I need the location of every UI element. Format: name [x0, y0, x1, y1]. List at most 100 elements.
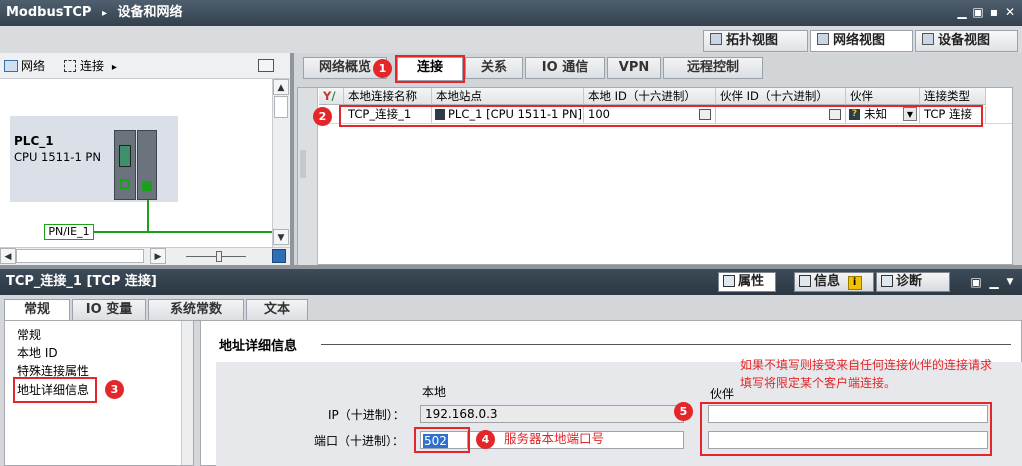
horizontal-scrollbar[interactable]: ◀ ▶ — [0, 247, 290, 265]
subnet-line — [94, 231, 272, 233]
callout-badge-2: 2 — [313, 107, 332, 126]
info-label: 信息 — [814, 274, 841, 289]
highlight-local-port — [414, 427, 470, 453]
topology-view-button[interactable]: 拓扑视图 — [703, 30, 808, 52]
tab-texts[interactable]: 文本 — [246, 299, 308, 321]
network-canvas[interactable]: PLC_1 CPU 1511-1 PN PN/IE_1 — [0, 79, 272, 247]
close-icon[interactable]: ✕ — [1002, 4, 1018, 20]
cpu-port-icon — [120, 179, 130, 189]
info-icon — [799, 275, 811, 287]
network-mode-icon — [4, 60, 18, 72]
col-header-type[interactable]: 连接类型 — [920, 88, 986, 105]
inspector-collapse-icon[interactable]: ▼ — [1002, 274, 1018, 290]
tab-system-constants[interactable]: 系统常数 — [148, 299, 244, 321]
vertical-scrollbar[interactable]: ▲ ▼ — [272, 79, 290, 247]
hscroll-thumb[interactable] — [16, 249, 144, 263]
nav-item-local-id[interactable]: 本地 ID — [17, 345, 58, 361]
interface-module — [137, 130, 157, 200]
tab-vpn[interactable]: VPN — [607, 57, 661, 79]
tab-general[interactable]: 常规 — [4, 299, 70, 322]
callout-badge-5: 5 — [674, 402, 693, 421]
info-button[interactable]: 信息 i — [794, 272, 874, 292]
plc-device[interactable]: PLC_1 CPU 1511-1 PN — [10, 116, 178, 202]
tab-io-tags[interactable]: IO 变量 — [72, 299, 146, 321]
topology-icon — [710, 33, 722, 45]
col-header-partner[interactable]: 伙伴 — [846, 88, 920, 105]
tab-io-communication[interactable]: IO 通信 — [525, 57, 605, 79]
device-view-label: 设备视图 — [938, 33, 991, 48]
cpu-module — [114, 130, 136, 200]
partner-note-line-2: 填写将限定某个客户端连接。 — [740, 376, 897, 390]
scroll-left-icon[interactable]: ◀ — [0, 248, 16, 264]
network-mode-button[interactable]: 网络 — [4, 58, 45, 74]
col-header-local-id[interactable]: 本地 ID（十六进制） — [584, 88, 716, 105]
connect-mode-button[interactable]: 连接 ▸ — [64, 58, 117, 76]
scroll-up-icon[interactable]: ▲ — [273, 79, 289, 95]
subnet-label[interactable]: PN/IE_1 — [44, 224, 94, 240]
collapse-handle-icon[interactable] — [300, 150, 306, 178]
zoom-slider-thumb[interactable] — [216, 251, 222, 262]
scroll-thumb[interactable] — [274, 96, 288, 118]
properties-button[interactable]: 属性 — [718, 272, 776, 292]
address-panel: 本地 伙伴 IP（十进制）： 192.168.0.3 端口（十进制）： 502 … — [216, 358, 1022, 466]
section-heading: 地址详细信息 — [219, 339, 298, 354]
minimize-icon[interactable]: ▁ — [954, 4, 970, 20]
nav-scrollbar[interactable] — [181, 321, 193, 465]
inspector-restore-icon[interactable]: ▣ — [968, 274, 984, 290]
partner-note-line-1: 如果不填写则接受来自任何连接伙伴的连接请求 — [740, 358, 993, 372]
tab-remote-control[interactable]: 远程控制 — [663, 57, 763, 79]
plc-name: PLC_1 — [14, 134, 54, 148]
overview-icon[interactable] — [258, 59, 274, 72]
inspector-title: TCP_连接_1 [TCP 连接] — [6, 274, 157, 289]
project-name: ModbusTCP — [6, 5, 92, 20]
connect-dropdown-icon[interactable]: ▸ — [112, 62, 117, 73]
properties-icon — [723, 275, 735, 287]
device-icon — [922, 33, 934, 45]
nav-item-general[interactable]: 常规 — [17, 327, 41, 343]
inspector-title-bar: TCP_连接_1 [TCP 连接] 属性 信息 i 诊断 ▣ ▁ ▼ — [0, 269, 1022, 295]
col-header-partner-id[interactable]: 伙伴 ID（十六进制） — [716, 88, 846, 105]
filter-icon[interactable]: Y/ — [319, 88, 344, 105]
highlight-address-nav — [13, 377, 97, 403]
partner-column-label: 伙伴 — [710, 387, 735, 401]
maximize-icon[interactable]: ▪ — [986, 4, 1002, 20]
info-badge-icon: i — [847, 276, 862, 290]
section-name: 设备和网络 — [117, 5, 183, 20]
window-title-bar: ModbusTCP ▸ 设备和网络 ▁ ▣ ▪ ✕ — [0, 0, 1022, 26]
restore-icon[interactable]: ▣ — [970, 4, 986, 20]
network-view-label: 网络视图 — [833, 33, 886, 48]
connection-pane: 网络概览 连接 关系 IO 通信 VPN 远程控制 1 Y/ 本地连接名称 本地… — [293, 53, 1022, 266]
diagnostics-button[interactable]: 诊断 — [876, 272, 950, 292]
topology-view-label: 拓扑视图 — [726, 33, 779, 48]
scroll-right-icon[interactable]: ▶ — [150, 248, 166, 264]
highlight-partner-fields — [700, 402, 992, 456]
port-link-line — [147, 200, 149, 232]
port-label: 端口（十进制）： — [314, 434, 405, 448]
local-ip-field: 192.168.0.3 — [420, 405, 684, 423]
col-header-name[interactable]: 本地连接名称 — [344, 88, 432, 105]
col-header-station[interactable]: 本地站点 — [432, 88, 584, 105]
highlight-connection-row — [339, 105, 983, 127]
local-column-label: 本地 — [422, 385, 447, 399]
network-view-button[interactable]: 网络视图 — [810, 30, 913, 52]
network-toolbar: 网络 连接 ▸ — [0, 53, 290, 79]
device-view-button[interactable]: 设备视图 — [915, 30, 1018, 52]
breadcrumb-separator: ▸ — [101, 8, 107, 19]
connect-mode-icon — [64, 60, 76, 72]
inspector-nav: 常规 本地 ID 特殊连接属性 地址详细信息 3 — [4, 320, 194, 466]
callout-badge-3: 3 — [105, 380, 124, 399]
pane-splitter[interactable] — [290, 53, 294, 265]
scroll-down-icon[interactable]: ▼ — [273, 229, 289, 245]
highlight-connections-tab — [395, 55, 465, 83]
properties-label: 属性 — [738, 274, 765, 289]
navigator-icon[interactable] — [272, 249, 286, 263]
tab-relations[interactable]: 关系 — [465, 57, 523, 79]
cpu-display — [119, 145, 131, 167]
connect-mode-label: 连接 — [80, 59, 105, 73]
inspector-tabs: 常规 IO 变量 系统常数 文本 — [0, 295, 1022, 322]
view-switcher: 拓扑视图 网络视图 设备视图 — [0, 26, 1022, 53]
inspector-minimize-icon[interactable]: ▁ — [986, 274, 1002, 290]
plc-type: CPU 1511-1 PN — [14, 150, 101, 164]
network-graphic-pane: 网络 连接 ▸ PLC_1 CPU 1511-1 PN PN/IE_1 ▲ ▼ … — [0, 53, 290, 265]
heading-rule — [321, 344, 1011, 345]
